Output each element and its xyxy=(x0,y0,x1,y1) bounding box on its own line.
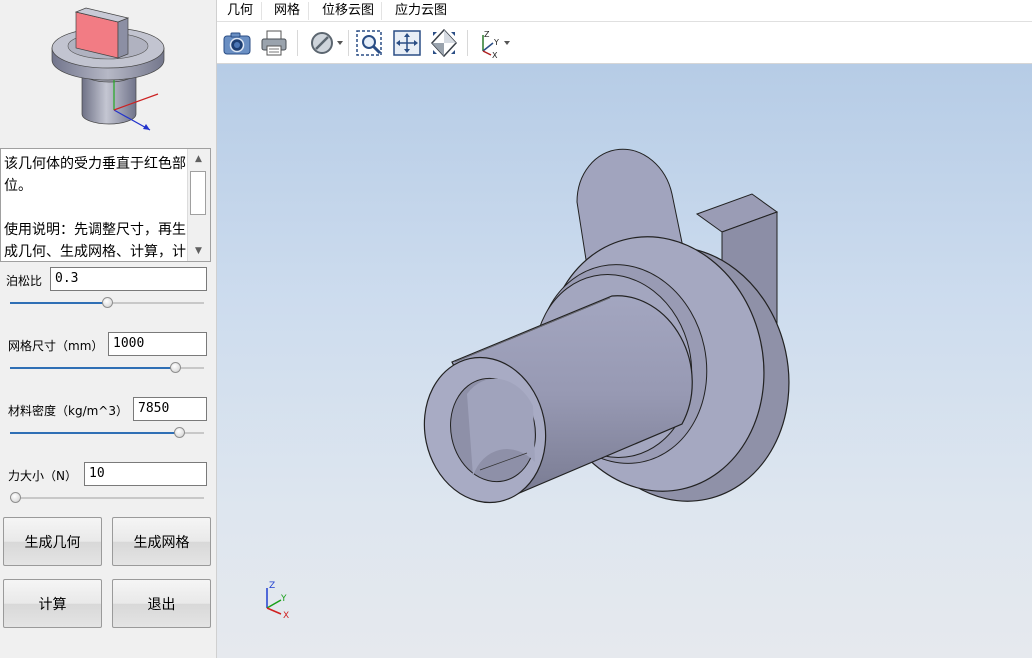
triad-y-axis xyxy=(266,599,282,609)
menu-geometry[interactable]: 几何 xyxy=(227,0,253,22)
mesh-size-input[interactable]: 1000 xyxy=(108,332,207,356)
camera-icon[interactable] xyxy=(221,27,253,59)
scroll-down-icon[interactable]: ▼ xyxy=(189,242,208,260)
scroll-thumb[interactable] xyxy=(190,171,206,215)
density-slider[interactable] xyxy=(10,426,204,440)
menu-stress-contour[interactable]: 应力云图 xyxy=(395,0,447,22)
poisson-ratio-label: 泊松比 xyxy=(6,274,43,288)
compute-button[interactable]: 计算 xyxy=(3,579,102,628)
slider-handle[interactable] xyxy=(170,362,181,373)
triad-y-label: Y xyxy=(280,594,287,604)
mesh-size-slider[interactable] xyxy=(10,361,204,375)
description-paragraph-2: 使用说明：先调整尺寸，再生成几何、生成网格、计算，计算完成后可在右方查看结果。 xyxy=(4,222,186,260)
zoom-window-icon[interactable] xyxy=(354,27,386,59)
axes-icon-x: X xyxy=(492,51,498,59)
model-render: Z Y X xyxy=(266,148,790,621)
menu-bar: 几何 网格 位移云图 应力云图 xyxy=(217,0,1032,22)
axes-icon[interactable]: Z Y X xyxy=(475,27,511,59)
mesh-size-label: 网格尺寸（mm） xyxy=(8,339,104,353)
geometry-preview xyxy=(51,7,165,131)
force-slider[interactable] xyxy=(10,491,204,505)
slider-handle[interactable] xyxy=(174,427,185,438)
slider-handle[interactable] xyxy=(10,492,21,503)
triad-x-label: X xyxy=(283,611,289,621)
view-cube-icon[interactable] xyxy=(428,27,460,59)
density-input[interactable]: 7850 xyxy=(133,397,207,421)
scroll-up-icon[interactable]: ▲ xyxy=(189,150,208,168)
description-scrollbar[interactable]: ▲ ▼ xyxy=(187,149,210,261)
toolbar: Z Y X xyxy=(217,22,1032,64)
left-panel: 该几何体的受力垂直于红色部位。 使用说明：先调整尺寸，再生成几何、生成网格、计算… xyxy=(0,0,217,658)
density-label: 材料密度（kg/m^3） xyxy=(8,404,128,418)
menu-displacement-contour[interactable]: 位移云图 xyxy=(322,0,374,22)
hide-icon[interactable] xyxy=(307,27,343,59)
force-label: 力大小（N） xyxy=(8,469,77,483)
print-icon[interactable] xyxy=(258,27,290,59)
fit-all-icon[interactable] xyxy=(391,27,423,59)
triad-z-label: Z xyxy=(269,581,275,591)
description-text: 该几何体的受力垂直于红色部位。 使用说明：先调整尺寸，再生成几何、生成网格、计算… xyxy=(4,153,186,261)
slider-handle[interactable] xyxy=(102,297,113,308)
description-paragraph-1: 该几何体的受力垂直于红色部位。 xyxy=(4,156,186,194)
generate-mesh-button[interactable]: 生成网格 xyxy=(112,517,211,566)
poisson-ratio-input[interactable]: 0.3 xyxy=(50,267,207,291)
triad-x-axis xyxy=(266,607,282,615)
poisson-ratio-slider[interactable] xyxy=(10,296,204,310)
axes-icon-z: Z xyxy=(484,30,490,39)
force-input[interactable]: 10 xyxy=(84,462,207,486)
description-textarea[interactable]: 该几何体的受力垂直于红色部位。 使用说明：先调整尺寸，再生成几何、生成网格、计算… xyxy=(0,148,211,262)
3d-viewport[interactable]: Z Y X xyxy=(217,64,1032,658)
axes-icon-y: Y xyxy=(493,38,499,47)
generate-geometry-button[interactable]: 生成几何 xyxy=(3,517,102,566)
exit-button[interactable]: 退出 xyxy=(112,579,211,628)
menu-mesh[interactable]: 网格 xyxy=(274,0,300,22)
